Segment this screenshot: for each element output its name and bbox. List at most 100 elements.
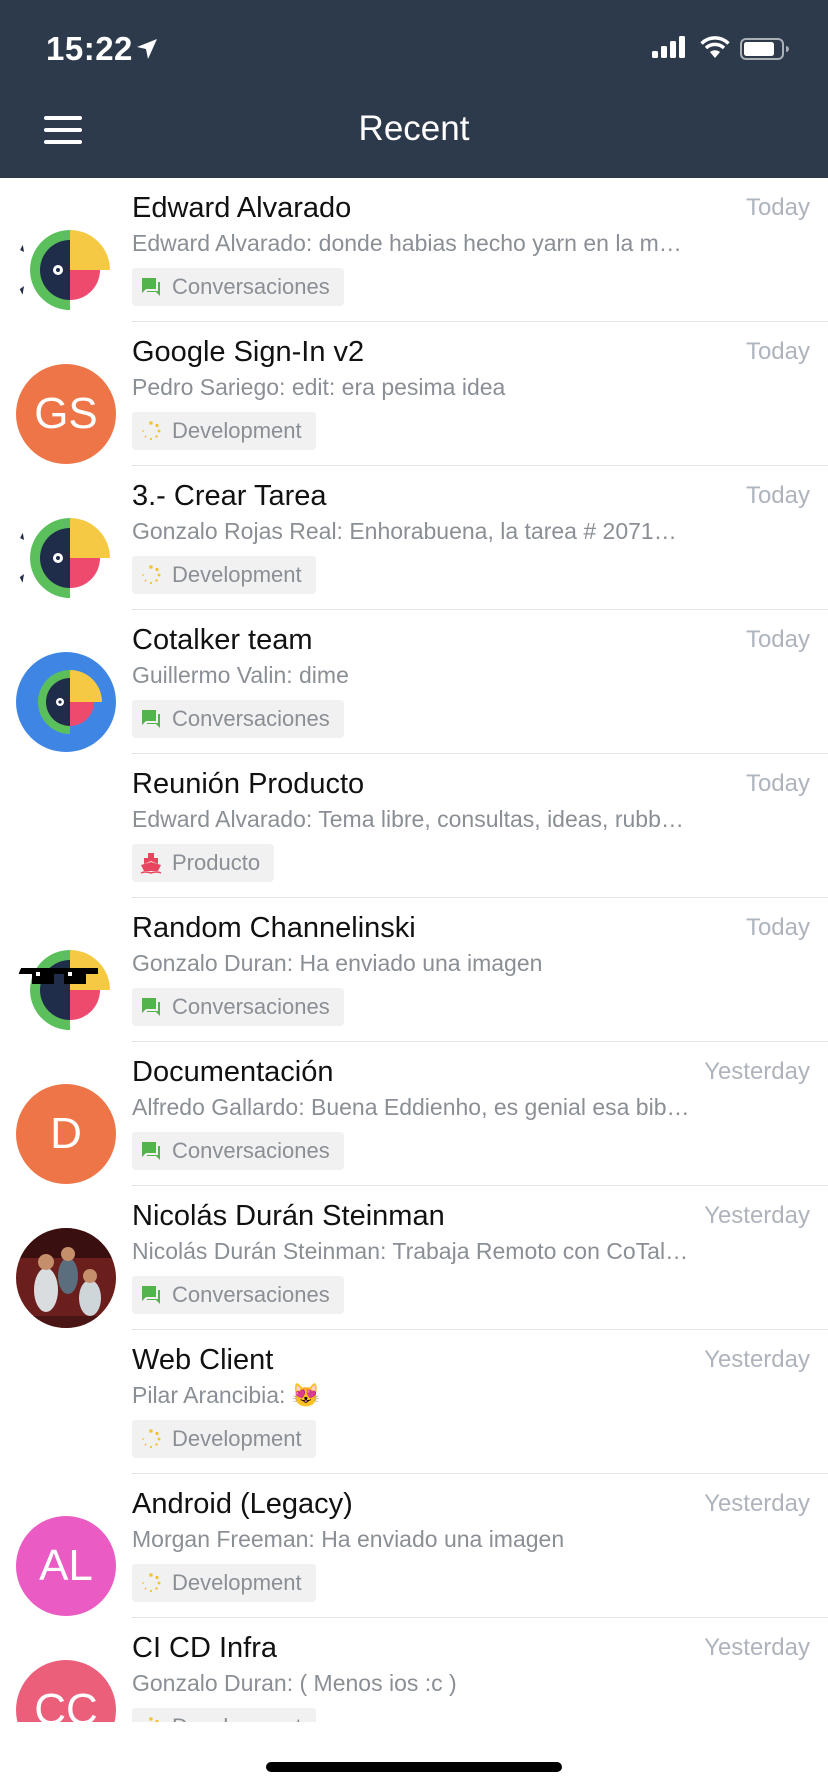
chat-preview: Edward Alvarado: donde habias hecho yarn…	[132, 230, 682, 256]
chat-row[interactable]: Web Client Yesterday Pilar Arancibia: 😻 …	[0, 1330, 828, 1474]
chat-time: Today	[745, 914, 810, 941]
initials-avatar: D	[16, 1084, 116, 1184]
channel-tag[interactable]: Development	[132, 1420, 316, 1458]
channel-tag[interactable]: Development	[132, 1708, 316, 1722]
chat-preview: Pilar Arancibia: 😻	[132, 1382, 321, 1408]
app-header: 15:22 Recent	[0, 0, 828, 178]
cellular-signal-icon	[652, 36, 685, 58]
home-indicator[interactable]	[266, 1762, 562, 1772]
chat-row[interactable]: GS Google Sign-In v2 Today Pedro Sariego…	[0, 322, 828, 466]
chat-row[interactable]: Reunión Producto Today Edward Alvarado: …	[0, 754, 828, 898]
chat-content: Reunión Producto Today Edward Alvarado: …	[132, 754, 828, 898]
chat-preview: Gonzalo Duran: ( Menos ios :c )	[132, 1670, 457, 1696]
chat-bubbles-icon	[142, 710, 160, 728]
chat-preview: Alfredo Gallardo: Buena Eddienho, es gen…	[132, 1094, 690, 1120]
channel-tag-label: Development	[172, 418, 302, 443]
channel-tag-label: Development	[172, 1714, 302, 1722]
chat-title: Cotalker team	[132, 624, 313, 656]
spinner-icon	[142, 1429, 161, 1449]
chat-title: Edward Alvarado	[132, 192, 352, 224]
chat-time: Yesterday	[704, 1058, 810, 1085]
channel-tag[interactable]: Development	[132, 412, 316, 450]
chat-row[interactable]: D Documentación Yesterday Alfredo Gallar…	[0, 1042, 828, 1186]
chat-preview: Gonzalo Duran: Ha enviado una imagen	[132, 950, 543, 976]
chat-title: Android (Legacy)	[132, 1488, 353, 1520]
chat-preview: Nicolás Durán Steinman: Trabaja Remoto c…	[132, 1238, 689, 1264]
channel-tag-label: Conversaciones	[172, 1282, 330, 1307]
channel-tag[interactable]: Development	[132, 556, 316, 594]
chat-content: Android (Legacy) Yesterday Morgan Freema…	[132, 1474, 828, 1618]
recent-chat-list[interactable]: Edward Alvarado Today Edward Alvarado: d…	[0, 178, 828, 1722]
chat-time: Today	[745, 770, 810, 797]
cotalker-logo-sunglasses-avatar	[16, 940, 116, 1040]
chat-preview: Morgan Freeman: Ha enviado una imagen	[132, 1526, 565, 1552]
chat-time: Yesterday	[704, 1346, 810, 1373]
chat-row[interactable]: AL Android (Legacy) Yesterday Morgan Fre…	[0, 1474, 828, 1618]
battery-icon	[740, 38, 789, 60]
chat-time: Today	[745, 626, 810, 653]
spinner-icon	[142, 421, 161, 441]
channel-tag-label: Development	[172, 1426, 302, 1451]
channel-tag[interactable]: Conversaciones	[132, 1276, 344, 1314]
ship-icon	[140, 853, 162, 874]
chat-title: 3.- Crear Tarea	[132, 480, 327, 512]
spinner-icon	[142, 565, 161, 585]
initials-avatar: GS	[16, 364, 116, 464]
chat-content: Random Channelinski Today Gonzalo Duran:…	[132, 898, 828, 1042]
chat-time: Today	[745, 194, 810, 221]
channel-tag-label: Conversaciones	[172, 1138, 330, 1163]
location-arrow-icon	[137, 39, 157, 59]
chat-title: Reunión Producto	[132, 768, 365, 800]
channel-tag[interactable]: Development	[132, 1564, 316, 1602]
chat-row[interactable]: Nicolás Durán Steinman Yesterday Nicolás…	[0, 1186, 828, 1330]
chat-title: CI CD Infra	[132, 1632, 278, 1664]
channel-tag-label: Producto	[172, 850, 261, 875]
chat-content: Documentación Yesterday Alfredo Gallardo…	[132, 1042, 828, 1186]
channel-tag[interactable]: Conversaciones	[132, 700, 344, 738]
spinner-icon	[142, 1573, 161, 1593]
channel-tag-label: Conversaciones	[172, 274, 330, 299]
chat-content: Cotalker team Today Guillermo Valin: dim…	[132, 610, 828, 754]
chat-bubbles-icon	[142, 1142, 160, 1160]
initials-avatar: AL	[16, 1516, 116, 1616]
chat-preview: Pedro Sariego: edit: era pesima idea	[132, 374, 506, 400]
chat-row[interactable]: Random Channelinski Today Gonzalo Duran:…	[0, 898, 828, 1042]
chat-title: Random Channelinski	[132, 912, 416, 944]
cotalker-logo-avatar	[16, 652, 116, 752]
chat-row[interactable]: 3.- Crear Tarea Today Gonzalo Rojas Real…	[0, 466, 828, 610]
cotalker-logo-avatar	[16, 508, 116, 608]
chat-content: Edward Alvarado Today Edward Alvarado: d…	[132, 178, 828, 322]
channel-tag-label: Conversaciones	[172, 994, 330, 1019]
page-title: Recent	[358, 109, 470, 148]
chat-title: Nicolás Durán Steinman	[132, 1200, 445, 1232]
chat-bubbles-icon	[142, 1286, 160, 1304]
initials-avatar: CC	[16, 1660, 116, 1722]
chat-content: Nicolás Durán Steinman Yesterday Nicolás…	[132, 1186, 828, 1330]
chat-title: Google Sign-In v2	[132, 336, 365, 368]
chat-row[interactable]: Cotalker team Today Guillermo Valin: dim…	[0, 610, 828, 754]
chat-bubbles-icon	[142, 278, 160, 296]
chat-content: Google Sign-In v2 Today Pedro Sariego: e…	[132, 322, 828, 466]
chat-time: Yesterday	[704, 1490, 810, 1517]
chat-title: Web Client	[132, 1344, 274, 1376]
chat-preview: Guillermo Valin: dime	[132, 662, 349, 688]
chat-content: 3.- Crear Tarea Today Gonzalo Rojas Real…	[132, 466, 828, 610]
spinner-icon	[149, 1717, 159, 1722]
chat-preview: Gonzalo Rojas Real: Enhorabuena, la tare…	[132, 518, 677, 544]
chat-title: Documentación	[132, 1056, 334, 1088]
channel-tag-label: Development	[172, 562, 302, 587]
chat-time: Today	[745, 338, 810, 365]
channel-tag[interactable]: Conversaciones	[132, 988, 344, 1026]
chat-time: Yesterday	[704, 1634, 810, 1661]
chat-time: Today	[745, 482, 810, 509]
chat-row[interactable]: CC CI CD Infra Yesterday Gonzalo Duran: …	[0, 1618, 828, 1722]
cotalker-logo-avatar	[16, 220, 116, 320]
channel-tag[interactable]: Producto	[132, 844, 275, 882]
chat-row[interactable]: Edward Alvarado Today Edward Alvarado: d…	[0, 178, 828, 322]
chat-preview: Edward Alvarado: Tema libre, consultas, …	[132, 806, 684, 832]
channel-tag-label: Development	[172, 1570, 302, 1595]
channel-tag[interactable]: Conversaciones	[132, 1132, 344, 1170]
status-time: 15:22	[46, 30, 133, 67]
channel-tag[interactable]: Conversaciones	[132, 268, 344, 306]
channel-tag-label: Conversaciones	[172, 706, 330, 731]
